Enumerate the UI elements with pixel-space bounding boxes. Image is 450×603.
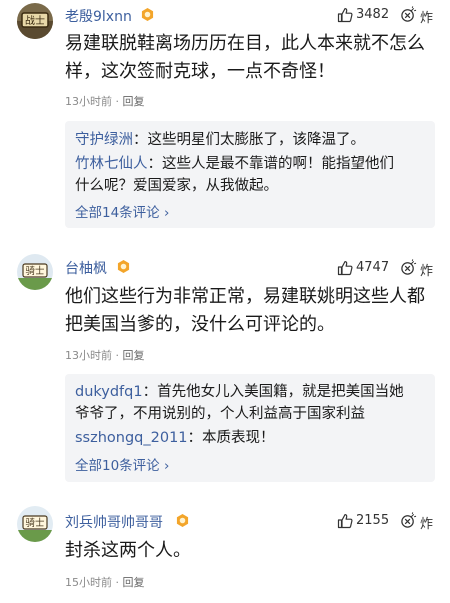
reply-button[interactable]: 回复 [123, 95, 145, 108]
reply-username[interactable]: 守护绿洲 [75, 132, 133, 148]
bomb-icon[interactable] [400, 512, 417, 529]
like-count: 2155 [356, 513, 390, 528]
timestamp: 13小时前 [65, 349, 112, 362]
bomb-label[interactable]: 炸 [420, 260, 433, 279]
comment-item: 战士 老殷9lxnn 3482 炸 易建联脱鞋离场历历在目，此人本来就不怎么 样… [0, 0, 450, 238]
comment-text: 封杀这两个人。 [65, 537, 440, 565]
view-all-replies-link[interactable]: 全部14条评论 › [75, 201, 169, 221]
meta-separator: · [115, 95, 120, 108]
bomb-icon[interactable] [400, 6, 417, 23]
level-badge-icon [176, 514, 189, 527]
reply-item[interactable]: 竹林七仙人：这些人是最不靠谱的啊！能指望他们 什么呢？爱国爱家，从我做起。 [75, 153, 431, 197]
thumbs-up-icon[interactable] [337, 7, 353, 23]
chevron-right-icon: › [163, 458, 170, 474]
meta-separator: · [115, 349, 120, 362]
thumbs-up-icon[interactable] [337, 513, 353, 529]
username[interactable]: 刘兵帅哥帅哥哥 [65, 512, 163, 532]
comment-meta: 15小时前 · 回复 [65, 574, 145, 590]
comment-text-line: 把美国当爹的，没什么可评论的。 [65, 314, 335, 335]
reply-preview-box: 守护绿洲：这些明星们太膨胀了，该降温了。 竹林七仙人：这些人是最不靠谱的啊！能指… [65, 121, 435, 228]
bomb-label[interactable]: 炸 [420, 513, 433, 532]
bomb-label[interactable]: 炸 [420, 7, 433, 26]
like-count: 4747 [356, 260, 390, 275]
timestamp: 13小时前 [65, 95, 112, 108]
svg-text:骑士: 骑士 [25, 265, 45, 277]
reply-preview-box: dukydfq1：首先他女儿入美国籍，就是把美国当她 爷爷了，不用说别的，个人利… [65, 374, 435, 482]
chevron-right-icon: › [163, 205, 170, 221]
level-badge-icon [117, 260, 130, 273]
comment-meta: 13小时前 · 回复 [65, 93, 145, 109]
comment-text-line: 封杀这两个人。 [65, 540, 191, 561]
reply-text: 什么呢？爱国爱家，从我做起。 [75, 178, 278, 194]
avatar[interactable]: 骑士 [17, 506, 53, 542]
avatar-image: 骑士 [17, 506, 53, 542]
svg-text:骑士: 骑士 [25, 517, 45, 529]
avatar-image: 骑士 [17, 254, 53, 290]
timestamp: 15小时前 [65, 576, 112, 589]
view-all-replies-link[interactable]: 全部10条评论 › [75, 454, 169, 474]
reply-button[interactable]: 回复 [123, 576, 145, 589]
svg-text:战士: 战士 [25, 14, 45, 27]
view-all-replies-label: 全部14条评论 [75, 205, 160, 221]
username[interactable]: 台柚枫 [65, 258, 107, 278]
reply-username[interactable]: dukydfq1 [75, 384, 143, 400]
reply-item[interactable]: sszhongq_2011：本质表现！ [75, 427, 431, 449]
comment-meta: 13小时前 · 回复 [65, 347, 145, 363]
reply-item[interactable]: dukydfq1：首先他女儿入美国籍，就是把美国当她 爷爷了，不用说别的，个人利… [75, 381, 431, 425]
reply-text: 爷爷了，不用说别的，个人利益高于国家利益 [75, 406, 365, 422]
reply-button[interactable]: 回复 [123, 349, 145, 362]
reply-text: 首先他女儿入美国籍，就是把美国当她 [157, 384, 404, 400]
reply-separator: ： [187, 430, 203, 446]
reply-separator: ： [142, 384, 158, 400]
reply-username[interactable]: 竹林七仙人 [75, 156, 148, 172]
bomb-icon[interactable] [400, 259, 417, 276]
reply-item[interactable]: 守护绿洲：这些明星们太膨胀了，该降温了。 [75, 129, 431, 151]
level-badge-icon [141, 8, 154, 21]
avatar[interactable]: 骑士 [17, 254, 53, 290]
reply-separator: ： [133, 132, 148, 148]
reply-username[interactable]: sszhongq_2011 [75, 430, 188, 446]
thumbs-up-icon[interactable] [337, 260, 353, 276]
comment-text-line: 易建联脱鞋离场历历在目，此人本来就不怎么 [65, 33, 425, 54]
meta-separator: · [115, 576, 120, 589]
comment-text: 他们这些行为非常正常，易建联姚明这些人都 把美国当爹的，没什么可评论的。 [65, 283, 440, 339]
comment-item: 骑士 台柚枫 4747 炸 他们这些行为非常正常，易建联姚明这些人都 把美国当爹… [0, 250, 450, 482]
avatar[interactable]: 战士 [17, 3, 53, 39]
view-all-replies-label: 全部10条评论 [75, 458, 160, 474]
comment-text-line: 他们这些行为非常正常，易建联姚明这些人都 [65, 286, 425, 307]
username[interactable]: 老殷9lxnn [65, 6, 132, 26]
reply-separator: ： [147, 156, 163, 172]
reply-text: 这些人是最不靠谱的啊！能指望他们 [162, 156, 394, 172]
comment-item: 骑士 刘兵帅哥帅哥哥 2155 炸 封杀这两个人。 15小时前 · 回复 [0, 500, 450, 603]
reply-text: 这些明星们太膨胀了，该降温了。 [147, 132, 366, 148]
comment-text: 易建联脱鞋离场历历在目，此人本来就不怎么 样，这次签耐克球，一点不奇怪！ [65, 30, 440, 86]
comment-text-line: 样，这次签耐克球，一点不奇怪！ [65, 61, 335, 82]
avatar-image: 战士 [17, 3, 53, 39]
like-count: 3482 [356, 7, 390, 22]
reply-text: 本质表现！ [202, 430, 275, 446]
